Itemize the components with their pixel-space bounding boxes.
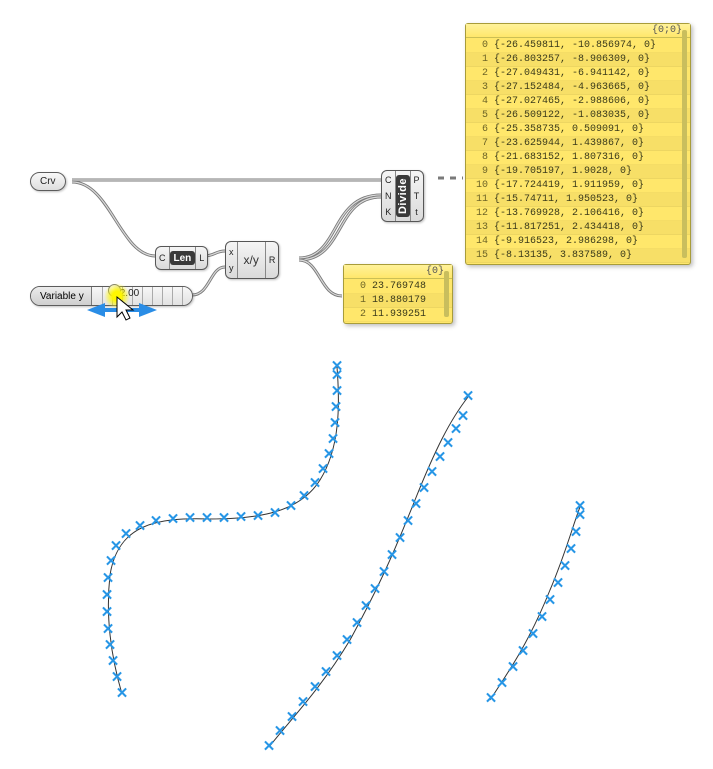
division-point: ✕ bbox=[102, 621, 115, 638]
division-point: ✕ bbox=[565, 541, 578, 558]
division-point: ✕ bbox=[104, 637, 117, 654]
division-point: ✕ bbox=[574, 498, 587, 515]
division-point: ✕ bbox=[184, 510, 197, 527]
division-point: ✕ bbox=[402, 513, 415, 530]
division-point: ✕ bbox=[517, 643, 530, 660]
division-point: ✕ bbox=[426, 464, 439, 481]
division-point: ✕ bbox=[331, 358, 344, 375]
division-point: ✕ bbox=[201, 510, 214, 527]
division-point: ✕ bbox=[252, 508, 265, 525]
division-point: ✕ bbox=[410, 496, 423, 513]
division-point: ✕ bbox=[536, 609, 549, 626]
division-point: ✕ bbox=[331, 648, 344, 665]
division-point: ✕ bbox=[286, 709, 299, 726]
division-point: ✕ bbox=[418, 480, 431, 497]
division-point: ✕ bbox=[102, 570, 115, 587]
division-point: ✕ bbox=[309, 679, 322, 696]
division-point: ✕ bbox=[111, 669, 124, 686]
division-point: ✕ bbox=[485, 690, 498, 707]
division-point: ✕ bbox=[369, 581, 382, 598]
division-point: ✕ bbox=[394, 530, 407, 547]
division-point: ✕ bbox=[101, 587, 114, 604]
division-point: ✕ bbox=[496, 675, 509, 692]
division-point: ✕ bbox=[285, 498, 298, 515]
division-point: ✕ bbox=[107, 653, 120, 670]
division-point: ✕ bbox=[297, 694, 310, 711]
division-point: ✕ bbox=[116, 685, 129, 702]
division-point: ✕ bbox=[552, 575, 565, 592]
division-point: ✕ bbox=[327, 431, 340, 448]
viewport: ✕✕✕✕✕✕✕✕✕✕✕✕✕✕✕✕✕✕✕✕✕✕✕✕✕✕✕✕✕✕✕ ✕✕✕✕✕✕✕✕… bbox=[0, 0, 713, 769]
division-point: ✕ bbox=[134, 518, 147, 535]
division-point: ✕ bbox=[218, 510, 231, 527]
division-point: ✕ bbox=[457, 408, 470, 425]
division-point: ✕ bbox=[317, 461, 330, 478]
division-point: ✕ bbox=[360, 598, 373, 615]
division-point: ✕ bbox=[329, 415, 342, 432]
division-point: ✕ bbox=[386, 547, 399, 564]
division-point: ✕ bbox=[331, 383, 344, 400]
division-point: ✕ bbox=[105, 553, 118, 570]
division-point: ✕ bbox=[351, 615, 364, 632]
division-point: ✕ bbox=[101, 604, 114, 621]
division-point: ✕ bbox=[507, 659, 520, 676]
division-point: ✕ bbox=[167, 511, 180, 528]
division-point: ✕ bbox=[274, 723, 287, 740]
division-point: ✕ bbox=[378, 564, 391, 581]
division-point: ✕ bbox=[341, 632, 354, 649]
division-point: ✕ bbox=[544, 592, 557, 609]
division-point: ✕ bbox=[323, 446, 336, 463]
division-point: ✕ bbox=[527, 626, 540, 643]
division-point: ✕ bbox=[559, 558, 572, 575]
division-point: ✕ bbox=[320, 664, 333, 681]
division-point: ✕ bbox=[570, 524, 583, 541]
division-point: ✕ bbox=[462, 388, 475, 405]
division-point: ✕ bbox=[235, 509, 248, 526]
division-point: ✕ bbox=[263, 738, 276, 755]
division-point: ✕ bbox=[120, 526, 133, 543]
division-point: ✕ bbox=[330, 399, 343, 416]
division-point: ✕ bbox=[269, 505, 282, 522]
division-point: ✕ bbox=[150, 513, 163, 530]
